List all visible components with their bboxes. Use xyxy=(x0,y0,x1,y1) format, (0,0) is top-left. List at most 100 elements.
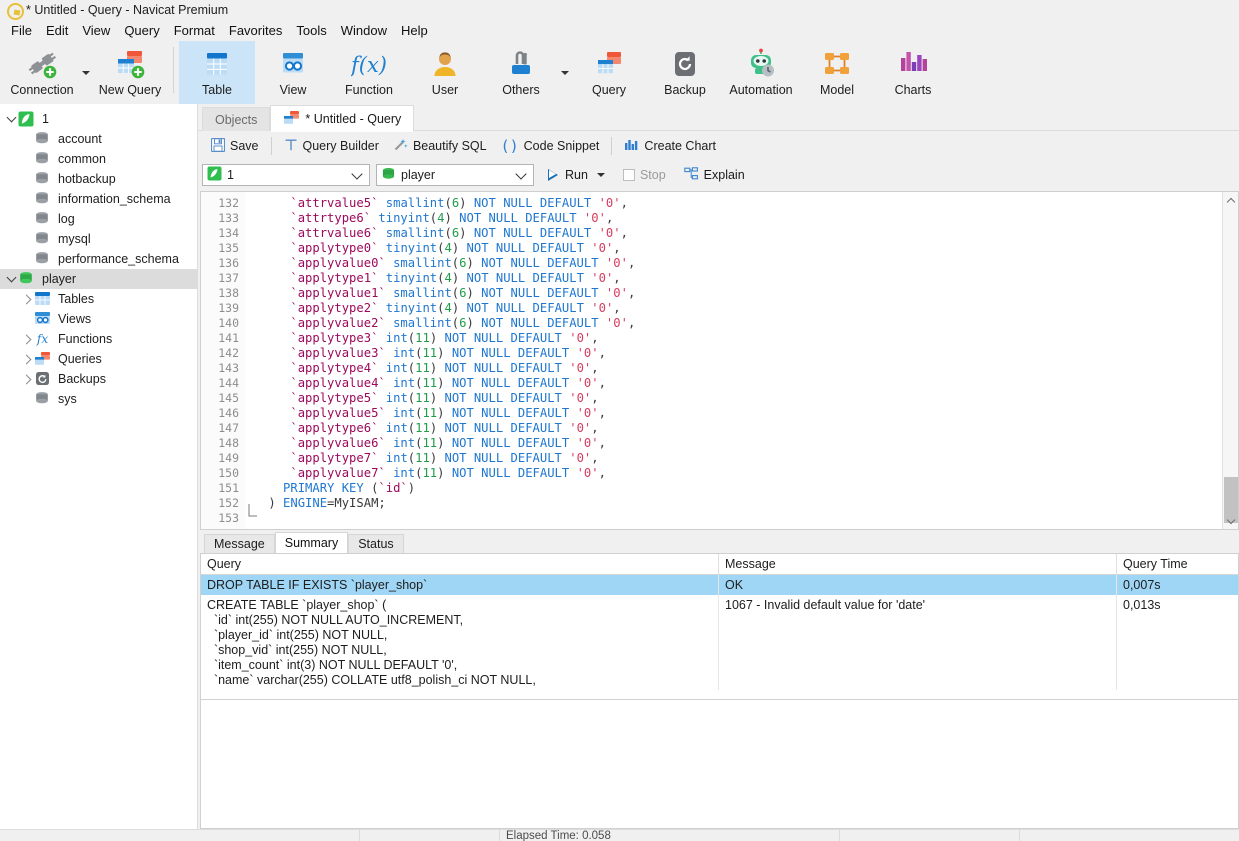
toolbar-dropdown-caret-icon[interactable] xyxy=(80,41,92,104)
explain-button[interactable]: Explain xyxy=(676,166,749,184)
database-value: player xyxy=(401,168,436,182)
tree-node-account[interactable]: account xyxy=(0,129,197,149)
menu-item-window[interactable]: Window xyxy=(334,21,394,40)
status-cell-0 xyxy=(0,830,360,841)
query-builder-button[interactable]: Query Builder xyxy=(277,134,386,158)
menu-item-format[interactable]: Format xyxy=(167,21,222,40)
line-number: 132 xyxy=(218,196,239,210)
toolbar-dropdown-caret-icon[interactable] xyxy=(559,41,571,104)
tree-node-information_schema[interactable]: information_schema xyxy=(0,189,197,209)
toolbar-button-view[interactable]: View xyxy=(255,41,331,104)
editor-tab-label: Objects xyxy=(215,112,258,127)
menu-item-help[interactable]: Help xyxy=(394,21,435,40)
toolbar-label: Table xyxy=(202,83,232,97)
toolbar-button-query[interactable]: Query xyxy=(571,41,647,104)
status-cell-1 xyxy=(360,830,500,841)
connection-plug-icon xyxy=(24,46,60,82)
sql-code-text[interactable]: `attrvalue5` smallint(6) NOT NULL DEFAUL… xyxy=(261,192,1222,529)
chevron-down-icon-db[interactable] xyxy=(515,167,527,180)
tree-node-log[interactable]: log xyxy=(0,209,197,229)
table-row[interactable]: DROP TABLE IF EXISTS `player_shop` OK 0,00… xyxy=(201,575,1238,595)
menu-item-file[interactable]: File xyxy=(4,21,39,40)
toolbar-button-user[interactable]: User xyxy=(407,41,483,104)
tree-twisty-collapsed-icon[interactable] xyxy=(20,369,34,389)
toolbar-button-charts[interactable]: Charts xyxy=(875,41,951,104)
navicat-logo-icon xyxy=(6,2,24,20)
tree-twisty-spacer xyxy=(20,149,34,169)
create-chart-button[interactable]: Create Chart xyxy=(617,134,723,158)
connection-select[interactable]: 1 xyxy=(202,164,370,186)
scroll-down-arrow-icon[interactable] xyxy=(1223,513,1238,529)
line-number: 142 xyxy=(218,346,239,360)
save-button[interactable]: Save xyxy=(204,134,266,158)
toolbar-button-model[interactable]: Model xyxy=(799,41,875,104)
toolbar-button-automation[interactable]: Automation xyxy=(723,41,799,104)
toolbar-button-function[interactable]: f(x) Function xyxy=(331,41,407,104)
tree-node-sys[interactable]: sys xyxy=(0,389,197,409)
grid-body: DROP TABLE IF EXISTS `player_shop` OK 0,00… xyxy=(201,575,1238,690)
tree-twisty-expanded-icon[interactable] xyxy=(4,269,18,289)
automation-robot-icon xyxy=(743,46,779,82)
result-tab-summary[interactable]: Summary xyxy=(274,532,349,553)
editor-tab-untitledquery[interactable]: * Untitled - Query xyxy=(270,105,415,132)
menu-item-view[interactable]: View xyxy=(75,21,117,40)
scroll-up-arrow-icon[interactable] xyxy=(1223,192,1238,208)
views-icon xyxy=(34,311,52,327)
toolbar-button-new-query[interactable]: New Query xyxy=(92,41,168,104)
tree-node-label: Tables xyxy=(58,292,95,306)
result-tab-status[interactable]: Status xyxy=(348,534,404,553)
tree-node-functions[interactable]: fx Functions xyxy=(0,329,197,349)
tree-node-1[interactable]: 1 xyxy=(0,109,197,129)
editor-vertical-scrollbar[interactable] xyxy=(1222,192,1238,529)
result-tab-message[interactable]: Message xyxy=(204,534,275,553)
code-fold-column[interactable] xyxy=(245,192,261,529)
tree-node-tables[interactable]: Tables xyxy=(0,289,197,309)
sql-editor[interactable]: 132 133 134 135 136 137 138 139 140 141 142 143 144 1… xyxy=(200,191,1239,530)
column-header-message[interactable]: Message xyxy=(719,554,1117,574)
navicat-connection-icon xyxy=(18,111,36,127)
tree-twisty-spacer xyxy=(20,309,34,329)
tree-node-hotbackup[interactable]: hotbackup xyxy=(0,169,197,189)
column-header-query-time[interactable]: Query Time xyxy=(1117,554,1238,574)
tree-node-common[interactable]: common xyxy=(0,149,197,169)
table-row[interactable]: CREATE TABLE `player_shop` ( `id` int(25… xyxy=(201,595,1238,690)
run-button[interactable]: Run xyxy=(540,168,609,182)
code-line: `applyvalue3` int(11) NOT NULL DEFAULT '… xyxy=(290,346,606,360)
tree-node-queries[interactable]: Queries xyxy=(0,349,197,369)
menu-item-tools[interactable]: Tools xyxy=(289,21,333,40)
tree-node-backups[interactable]: Backups xyxy=(0,369,197,389)
database-select[interactable]: player xyxy=(376,164,534,186)
new-query-icon xyxy=(112,46,148,82)
code-line: `applyvalue1` smallint(6) NOT NULL DEFAU… xyxy=(290,286,636,300)
toolbar-button-backup[interactable]: Backup xyxy=(647,41,723,104)
tree-node-views[interactable]: Views xyxy=(0,309,197,329)
code-line: `applyvalue5` int(11) NOT NULL DEFAULT '… xyxy=(290,406,606,420)
tree-node-player[interactable]: player xyxy=(0,269,197,289)
stop-label: Stop xyxy=(639,168,666,182)
beautify-sql-button[interactable]: Beautify SQL xyxy=(386,134,494,158)
tree-node-performance_schema[interactable]: performance_schema xyxy=(0,249,197,269)
run-dropdown-caret-icon[interactable] xyxy=(596,173,605,177)
code-snippet-button[interactable]: () Code Snippet xyxy=(494,134,607,158)
object-tree-sidebar[interactable]: 1 account common hotbackup information_schem… xyxy=(0,104,198,829)
toolbar-label: View xyxy=(279,83,307,97)
line-number: 136 xyxy=(218,256,239,270)
toolbar-button-table[interactable]: Table xyxy=(179,41,255,104)
line-number: 133 xyxy=(218,211,239,225)
toolbar-button-connection[interactable]: Connection xyxy=(4,41,80,104)
tree-twisty-collapsed-icon[interactable] xyxy=(20,349,34,369)
tree-twisty-collapsed-icon[interactable] xyxy=(20,329,34,349)
toolbar-button-others[interactable]: Others xyxy=(483,41,559,104)
chevron-down-icon[interactable] xyxy=(351,167,363,180)
menu-item-query[interactable]: Query xyxy=(117,21,166,40)
model-icon xyxy=(819,46,855,82)
summary-grid[interactable]: Query Message Query Time DROP TABLE IF E… xyxy=(200,553,1239,700)
menu-item-favorites[interactable]: Favorites xyxy=(222,21,289,40)
tree-twisty-collapsed-icon[interactable] xyxy=(20,289,34,309)
tree-twisty-expanded-icon[interactable] xyxy=(4,109,18,129)
menu-item-edit[interactable]: Edit xyxy=(39,21,75,40)
save-label: Save xyxy=(230,139,259,153)
tree-node-mysql[interactable]: mysql xyxy=(0,229,197,249)
column-header-query[interactable]: Query xyxy=(201,554,719,574)
editor-tab-objects[interactable]: Objects xyxy=(202,107,271,131)
